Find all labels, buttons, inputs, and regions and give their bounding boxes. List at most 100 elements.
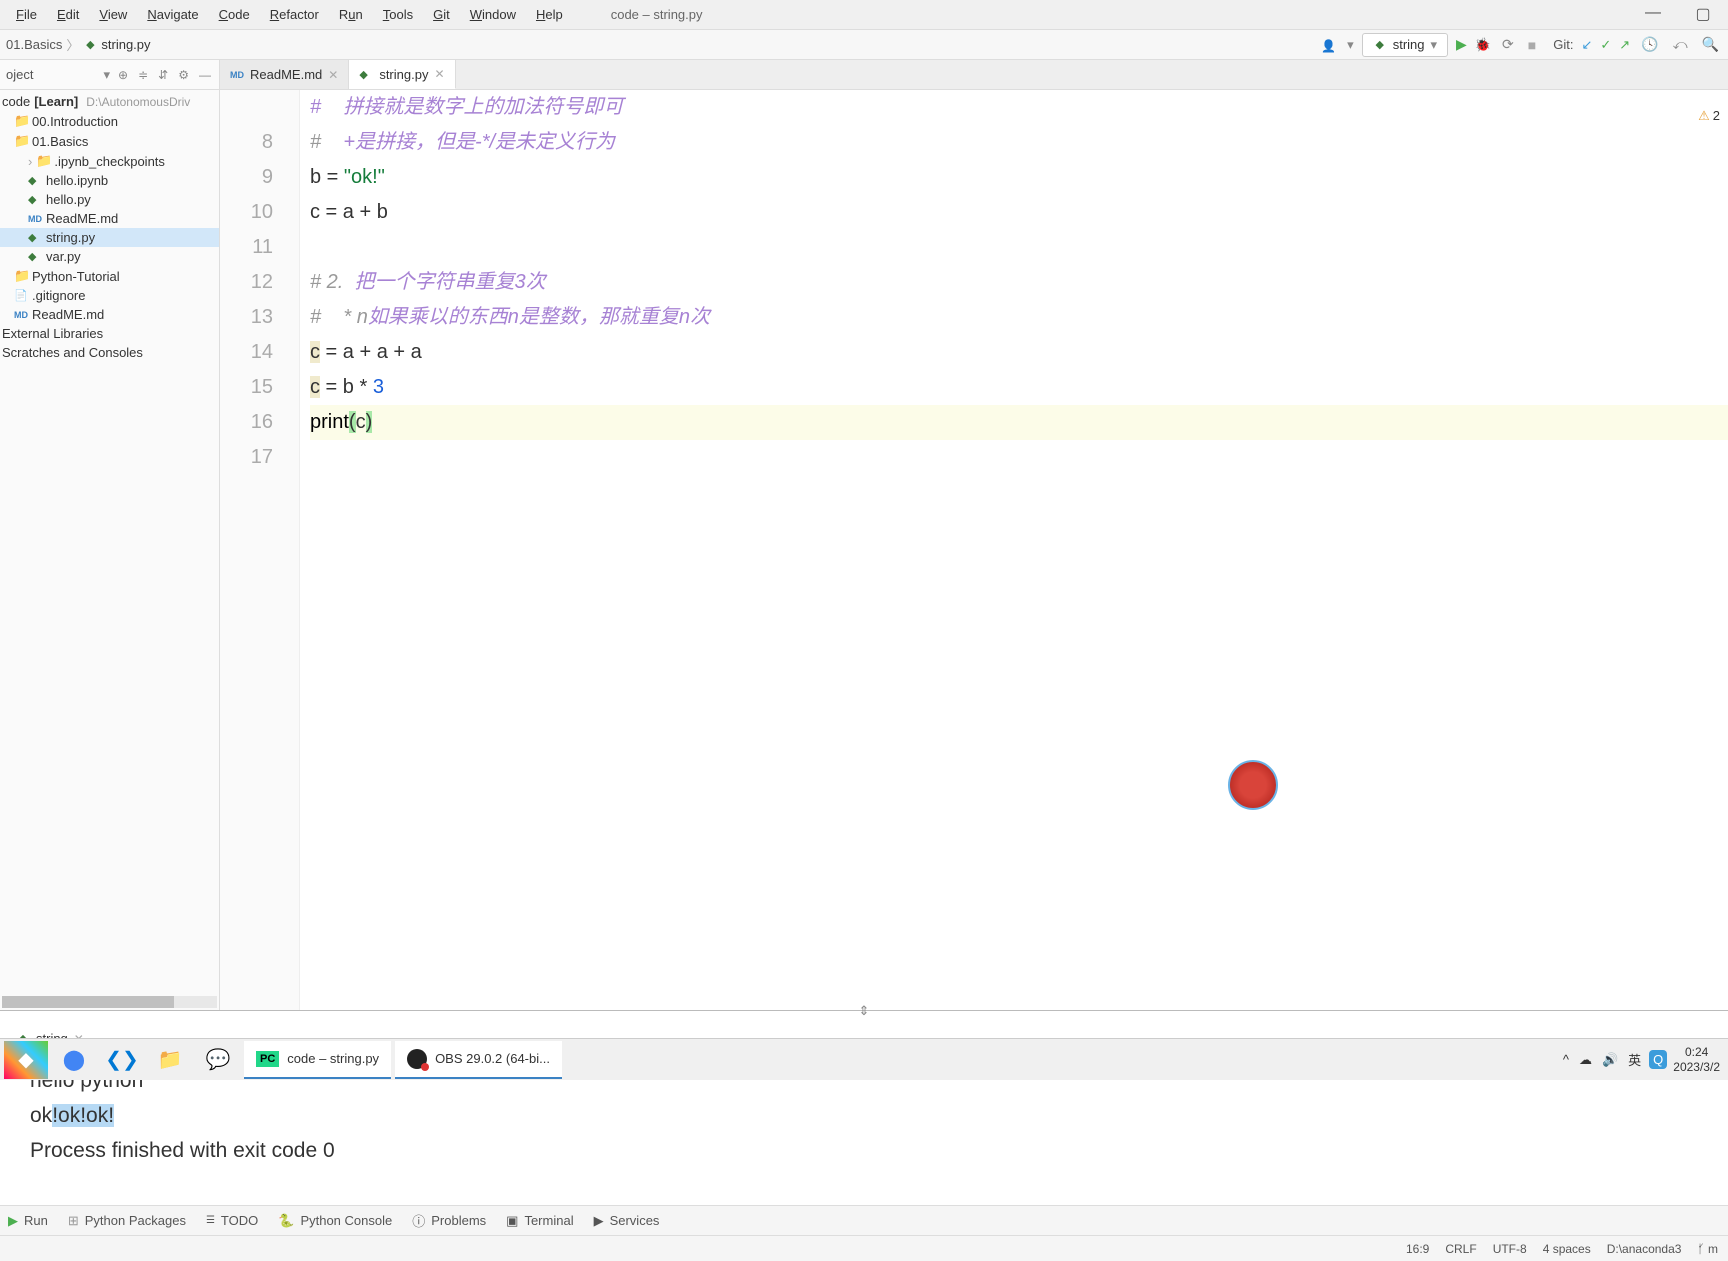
resize-icon: ⇕ — [859, 1003, 870, 1019]
target-icon[interactable]: ⊕ — [116, 68, 130, 82]
app-icon[interactable]: Q — [1649, 1050, 1667, 1069]
tree-file-string-py[interactable]: ◆string.py — [0, 228, 219, 247]
project-tree[interactable]: code [Learn] D:\AutonomousDriv 📁00.Intro… — [0, 90, 219, 996]
taskbar-clock[interactable]: 0:24 2023/3/2 — [1673, 1045, 1720, 1074]
tree-file-readme-md[interactable]: MDReadME.md — [0, 209, 219, 228]
tree-root[interactable]: code [Learn] D:\AutonomousDriv — [0, 92, 219, 111]
tw-run[interactable]: ▶Run — [8, 1213, 48, 1229]
taskbar-explorer[interactable]: 📁 — [148, 1041, 192, 1079]
taskbar-obs[interactable]: OBS 29.0.2 (64-bi... — [395, 1041, 562, 1079]
titlebar: File Edit View Navigate Code Refactor Ru… — [0, 0, 1728, 30]
tw-problems[interactable]: ⓘ Problems — [412, 1211, 486, 1230]
close-icon[interactable]: ✕ — [328, 68, 338, 82]
menu-run[interactable]: Run — [331, 3, 371, 26]
code-line — [310, 440, 1728, 475]
git-push-icon[interactable]: ↗ — [1619, 37, 1630, 53]
tw-todo[interactable]: ☰TODO — [206, 1213, 258, 1228]
tree-label: var.py — [46, 249, 81, 264]
menu-help[interactable]: Help — [528, 3, 571, 26]
editor-content[interactable]: ⚠ 2 8 9 10 11 12 13 14 15 16 17 # 拼接就是数字… — [220, 90, 1728, 1010]
taskbar-wechat[interactable]: 💬 — [196, 1041, 240, 1079]
history-icon[interactable]: 🕓 — [1638, 36, 1661, 53]
breadcrumb-folder[interactable]: 01.Basics — [6, 37, 62, 52]
resize-handle[interactable]: ⇕ — [0, 1011, 1728, 1025]
menu-view[interactable]: View — [91, 3, 135, 26]
tree-file-hello-ipynb[interactable]: ◆hello.ipynb — [0, 171, 219, 190]
clock-time: 0:24 — [1673, 1045, 1720, 1059]
git-branch[interactable]: ᚶ m — [1697, 1242, 1718, 1256]
tray-overflow-icon[interactable]: ^ — [1561, 1052, 1571, 1067]
menu-refactor[interactable]: Refactor — [262, 3, 327, 26]
run-coverage-button[interactable]: ⟳ — [1499, 36, 1517, 53]
search-icon[interactable]: 🔍 — [1699, 36, 1722, 53]
code-line: b = "ok!" — [310, 160, 1728, 195]
volume-icon[interactable]: 🔊 — [1600, 1052, 1620, 1068]
floating-avatar[interactable] — [1228, 760, 1278, 810]
caret-position[interactable]: 16:9 — [1406, 1242, 1429, 1256]
tw-console[interactable]: 🐍Python Console — [278, 1213, 392, 1229]
tree-external-libraries[interactable]: External Libraries — [0, 324, 219, 343]
hide-icon[interactable]: — — [197, 68, 213, 82]
collapse-icon[interactable]: ⇵ — [156, 68, 170, 82]
user-icon[interactable] — [1318, 37, 1339, 53]
menu-edit[interactable]: Edit — [49, 3, 87, 26]
menu-tools[interactable]: Tools — [375, 3, 421, 26]
gutter-line: 15 — [220, 370, 273, 405]
close-icon[interactable]: ✕ — [434, 67, 444, 81]
rollback-icon[interactable]: ⤺ — [1670, 36, 1691, 53]
interpreter[interactable]: D:\anaconda3 — [1607, 1242, 1682, 1256]
user-dropdown-icon[interactable]: ▾ — [1347, 37, 1354, 53]
code-area[interactable]: # 拼接就是数字上的加法符号即可 # +是拼接，但是-*/是未定义行为 b = … — [300, 90, 1728, 1010]
python-file-icon: ◆ — [28, 250, 42, 263]
onedrive-icon[interactable]: ☁ — [1577, 1052, 1594, 1068]
code-line: # +是拼接，但是-*/是未定义行为 — [310, 125, 1728, 160]
tree-file-gitignore[interactable]: 📄.gitignore — [0, 286, 219, 305]
run-config-selector[interactable]: ◆ string ▾ — [1362, 33, 1448, 57]
menu-git[interactable]: Git — [425, 3, 458, 26]
maximize-button[interactable]: ▢ — [1688, 4, 1718, 24]
encoding[interactable]: UTF-8 — [1493, 1242, 1527, 1256]
taskbar-vscode[interactable]: ❮❯ — [100, 1041, 144, 1079]
tree-folder-basics[interactable]: 📁01.Basics — [0, 131, 219, 151]
horizontal-scrollbar[interactable] — [2, 996, 217, 1008]
tw-terminal[interactable]: ▣Terminal — [506, 1213, 573, 1229]
tree-folder-tutorial[interactable]: 📁Python-Tutorial — [0, 266, 219, 286]
taskbar-start[interactable]: ◆ — [4, 1041, 48, 1079]
sidebar-toolbar: oject ▾ ⊕ ≑ ⇵ ⚙ — — [0, 60, 219, 90]
debug-button[interactable]: 🐞 — [1475, 37, 1491, 53]
git-commit-icon[interactable]: ✓ — [1600, 37, 1611, 53]
line-separator[interactable]: CRLF — [1445, 1242, 1476, 1256]
stop-button[interactable]: ■ — [1525, 37, 1539, 53]
tree-file-hello-py[interactable]: ◆hello.py — [0, 190, 219, 209]
problems-icon: ⓘ — [412, 1211, 425, 1230]
breadcrumb-file[interactable]: ◆ string.py — [83, 37, 150, 52]
menu-navigate[interactable]: Navigate — [139, 3, 206, 26]
taskbar-pycharm[interactable]: PC code – string.py — [244, 1041, 391, 1079]
run-button[interactable]: ▶ — [1456, 36, 1467, 53]
menu-window[interactable]: Window — [462, 3, 524, 26]
tree-file-readme-root[interactable]: MDReadME.md — [0, 305, 219, 324]
taskbar-chrome[interactable]: ⬤ — [52, 1041, 96, 1079]
tab-readme[interactable]: MD ReadME.md ✕ — [220, 60, 349, 89]
tree-scratches[interactable]: Scratches and Consoles — [0, 343, 219, 362]
minimize-button[interactable]: — — [1638, 4, 1668, 24]
git-pull-icon[interactable]: ↙ — [1581, 37, 1592, 53]
tw-services[interactable]: ▶Services — [594, 1213, 660, 1229]
tree-folder-checkpoints[interactable]: ›📁.ipynb_checkpoints — [0, 151, 219, 171]
gear-icon[interactable]: ⚙ — [176, 68, 191, 82]
tree-file-var-py[interactable]: ◆ var.py — [0, 247, 219, 266]
navigation-bar: 01.Basics 〉 ◆ string.py ▾ ◆ string ▾ ▶ 🐞… — [0, 30, 1728, 60]
menu-file[interactable]: File — [8, 3, 45, 26]
tab-string-py[interactable]: ◆ string.py ✕ — [349, 60, 455, 89]
sidebar-title[interactable]: oject — [6, 67, 98, 82]
dropdown-icon[interactable]: ▾ — [104, 67, 111, 83]
ime-indicator[interactable]: 英 — [1626, 1050, 1643, 1069]
indent-setting[interactable]: 4 spaces — [1543, 1242, 1591, 1256]
tw-packages[interactable]: ⊞Python Packages — [68, 1213, 186, 1229]
expand-icon[interactable]: ≑ — [136, 68, 150, 82]
tw-label: Problems — [431, 1213, 486, 1228]
menu-code[interactable]: Code — [211, 3, 258, 26]
scrollbar-thumb[interactable] — [2, 996, 174, 1008]
tree-folder-intro[interactable]: 📁00.Introduction — [0, 111, 219, 131]
output-line: Process finished with exit code 0 — [30, 1133, 1698, 1168]
